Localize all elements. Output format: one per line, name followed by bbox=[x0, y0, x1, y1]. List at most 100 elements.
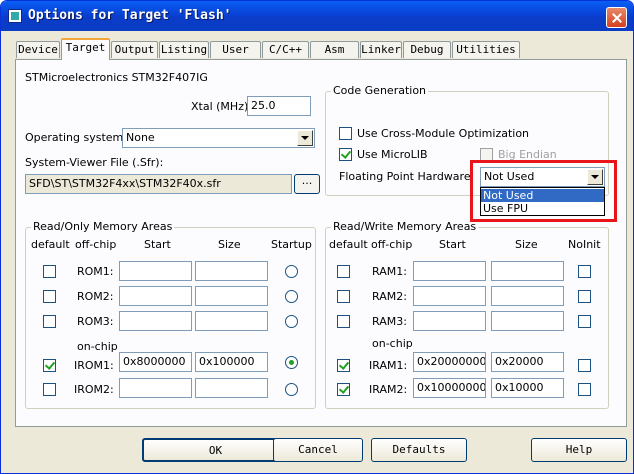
sfr-path-field: SFD\ST\STM32F4xx\STM32F40x.sfr bbox=[25, 174, 292, 194]
ro-header-default: default bbox=[31, 238, 70, 251]
fpu-selected-value: Not Used bbox=[484, 170, 535, 183]
ram3-default-checkbox[interactable] bbox=[337, 315, 350, 328]
rw-header-default: default bbox=[329, 238, 368, 251]
ram1-default-checkbox[interactable] bbox=[337, 265, 350, 278]
fpu-option-not-used[interactable]: Not Used bbox=[481, 189, 604, 202]
help-button[interactable]: Help bbox=[531, 438, 627, 462]
tab-linker[interactable]: Linker bbox=[360, 41, 402, 58]
sfr-browse-button[interactable]: ... bbox=[294, 174, 320, 194]
irom1-startup-radio[interactable] bbox=[285, 356, 298, 369]
ram1-noinit-checkbox[interactable] bbox=[578, 265, 591, 278]
tab-listing[interactable]: Listing bbox=[159, 41, 209, 58]
ok-button[interactable]: OK bbox=[142, 438, 289, 462]
cross-module-checkbox[interactable] bbox=[339, 127, 352, 140]
code-generation-title: Code Generation bbox=[331, 84, 429, 98]
iram1-noinit-checkbox[interactable] bbox=[578, 359, 591, 372]
defaults-button[interactable]: Defaults bbox=[371, 438, 467, 462]
rw-header-size: Size bbox=[515, 238, 538, 251]
rw-memory-title: Read/Write Memory Areas bbox=[331, 220, 479, 234]
ram1-start-input[interactable] bbox=[413, 261, 486, 281]
cancel-button[interactable]: Cancel bbox=[273, 438, 363, 462]
iram1-label: IRAM1: bbox=[369, 359, 408, 372]
fpu-dropdown-list: Not Used Use FPU bbox=[480, 187, 605, 216]
irom1-default-checkbox[interactable] bbox=[43, 359, 56, 372]
cross-module-label: Use Cross-Module Optimization bbox=[357, 127, 530, 140]
ram2-noinit-checkbox[interactable] bbox=[578, 290, 591, 303]
ram3-noinit-checkbox[interactable] bbox=[578, 315, 591, 328]
ram3-start-input[interactable] bbox=[413, 311, 486, 331]
microlib-label: Use MicroLIB bbox=[357, 148, 428, 161]
rom2-size-input[interactable] bbox=[195, 286, 268, 306]
iram2-start-input[interactable]: 0x10000000 bbox=[413, 378, 486, 398]
iram2-default-checkbox[interactable] bbox=[337, 383, 350, 396]
ro-header-startup: Startup bbox=[271, 238, 312, 251]
rom2-default-checkbox[interactable] bbox=[43, 290, 56, 303]
chevron-down-icon[interactable] bbox=[587, 169, 603, 185]
sfr-label: System-Viewer File (.Sfr): bbox=[25, 156, 164, 169]
iram2-label: IRAM2: bbox=[369, 383, 408, 396]
tab-user[interactable]: User bbox=[210, 41, 261, 58]
microlib-checkbox[interactable] bbox=[339, 148, 352, 161]
tab-c-cpp[interactable]: C/C++ bbox=[262, 41, 309, 58]
ram1-label: RAM1: bbox=[372, 265, 407, 278]
irom2-startup-radio[interactable] bbox=[285, 383, 298, 396]
options-dialog: Options for Target 'Flash' Device Target… bbox=[0, 0, 634, 474]
irom1-start-input[interactable]: 0x8000000 bbox=[119, 352, 192, 372]
rw-onchip-label: on-chip bbox=[372, 337, 413, 350]
irom2-default-checkbox[interactable] bbox=[43, 383, 56, 396]
rom2-start-input[interactable] bbox=[119, 286, 192, 306]
rom3-label: ROM3: bbox=[77, 315, 114, 328]
rw-header-noinit: NoInit bbox=[568, 238, 601, 251]
rom1-start-input[interactable] bbox=[119, 261, 192, 281]
rom3-size-input[interactable] bbox=[195, 311, 268, 331]
title-bar: Options for Target 'Flash' bbox=[1, 1, 633, 31]
rom1-default-checkbox[interactable] bbox=[43, 265, 56, 278]
irom2-size-input[interactable] bbox=[195, 378, 268, 398]
window-title: Options for Target 'Flash' bbox=[28, 8, 232, 23]
ram2-default-checkbox[interactable] bbox=[337, 290, 350, 303]
irom2-label: IROM2: bbox=[74, 383, 114, 396]
iram1-start-input[interactable]: 0x20000000 bbox=[413, 352, 486, 372]
chevron-down-icon[interactable] bbox=[297, 130, 313, 146]
rom3-start-input[interactable] bbox=[119, 311, 192, 331]
rw-header-offchip: off-chip bbox=[371, 238, 413, 251]
rom1-size-input[interactable] bbox=[195, 261, 268, 281]
tab-asm[interactable]: Asm bbox=[310, 41, 359, 58]
device-name: STMicroelectronics STM32F407IG bbox=[25, 71, 208, 84]
irom2-start-input[interactable] bbox=[119, 378, 192, 398]
xtal-label: Xtal (MHz): bbox=[191, 100, 252, 113]
ram1-size-input[interactable] bbox=[491, 261, 564, 281]
ram2-size-input[interactable] bbox=[491, 286, 564, 306]
ro-memory-title: Read/Only Memory Areas bbox=[31, 220, 175, 234]
rom3-startup-radio[interactable] bbox=[285, 315, 298, 328]
os-dropdown[interactable]: None bbox=[122, 128, 315, 148]
os-label: Operating system: bbox=[25, 131, 127, 144]
ro-header-size: Size bbox=[218, 238, 241, 251]
tab-output[interactable]: Output bbox=[111, 41, 158, 58]
ram3-size-input[interactable] bbox=[491, 311, 564, 331]
tab-debug[interactable]: Debug bbox=[403, 41, 451, 58]
tab-utilities[interactable]: Utilities bbox=[452, 41, 520, 58]
xtal-input[interactable]: 25.0 bbox=[247, 96, 311, 116]
fpu-label: Floating Point Hardware: bbox=[339, 170, 475, 183]
close-button[interactable] bbox=[606, 7, 627, 28]
rom3-default-checkbox[interactable] bbox=[43, 315, 56, 328]
fpu-dropdown[interactable]: Not Used bbox=[480, 167, 605, 187]
ro-onchip-label: on-chip bbox=[77, 340, 118, 353]
tab-target[interactable]: Target bbox=[61, 38, 110, 60]
os-selected-value: None bbox=[126, 131, 155, 144]
iram2-size-input[interactable]: 0x10000 bbox=[491, 378, 564, 398]
iram2-noinit-checkbox[interactable] bbox=[578, 383, 591, 396]
rom1-startup-radio[interactable] bbox=[285, 265, 298, 278]
rw-header-start: Start bbox=[439, 238, 466, 251]
ro-header-start: Start bbox=[144, 238, 171, 251]
iram1-size-input[interactable]: 0x20000 bbox=[491, 352, 564, 372]
iram1-default-checkbox[interactable] bbox=[337, 359, 350, 372]
tab-device[interactable]: Device bbox=[16, 41, 60, 58]
fpu-option-use-fpu[interactable]: Use FPU bbox=[481, 202, 604, 215]
ram3-label: RAM3: bbox=[372, 315, 407, 328]
irom1-size-input[interactable]: 0x100000 bbox=[195, 352, 268, 372]
rom2-startup-radio[interactable] bbox=[285, 290, 298, 303]
ro-header-offchip: off-chip bbox=[75, 238, 117, 251]
ram2-start-input[interactable] bbox=[413, 286, 486, 306]
